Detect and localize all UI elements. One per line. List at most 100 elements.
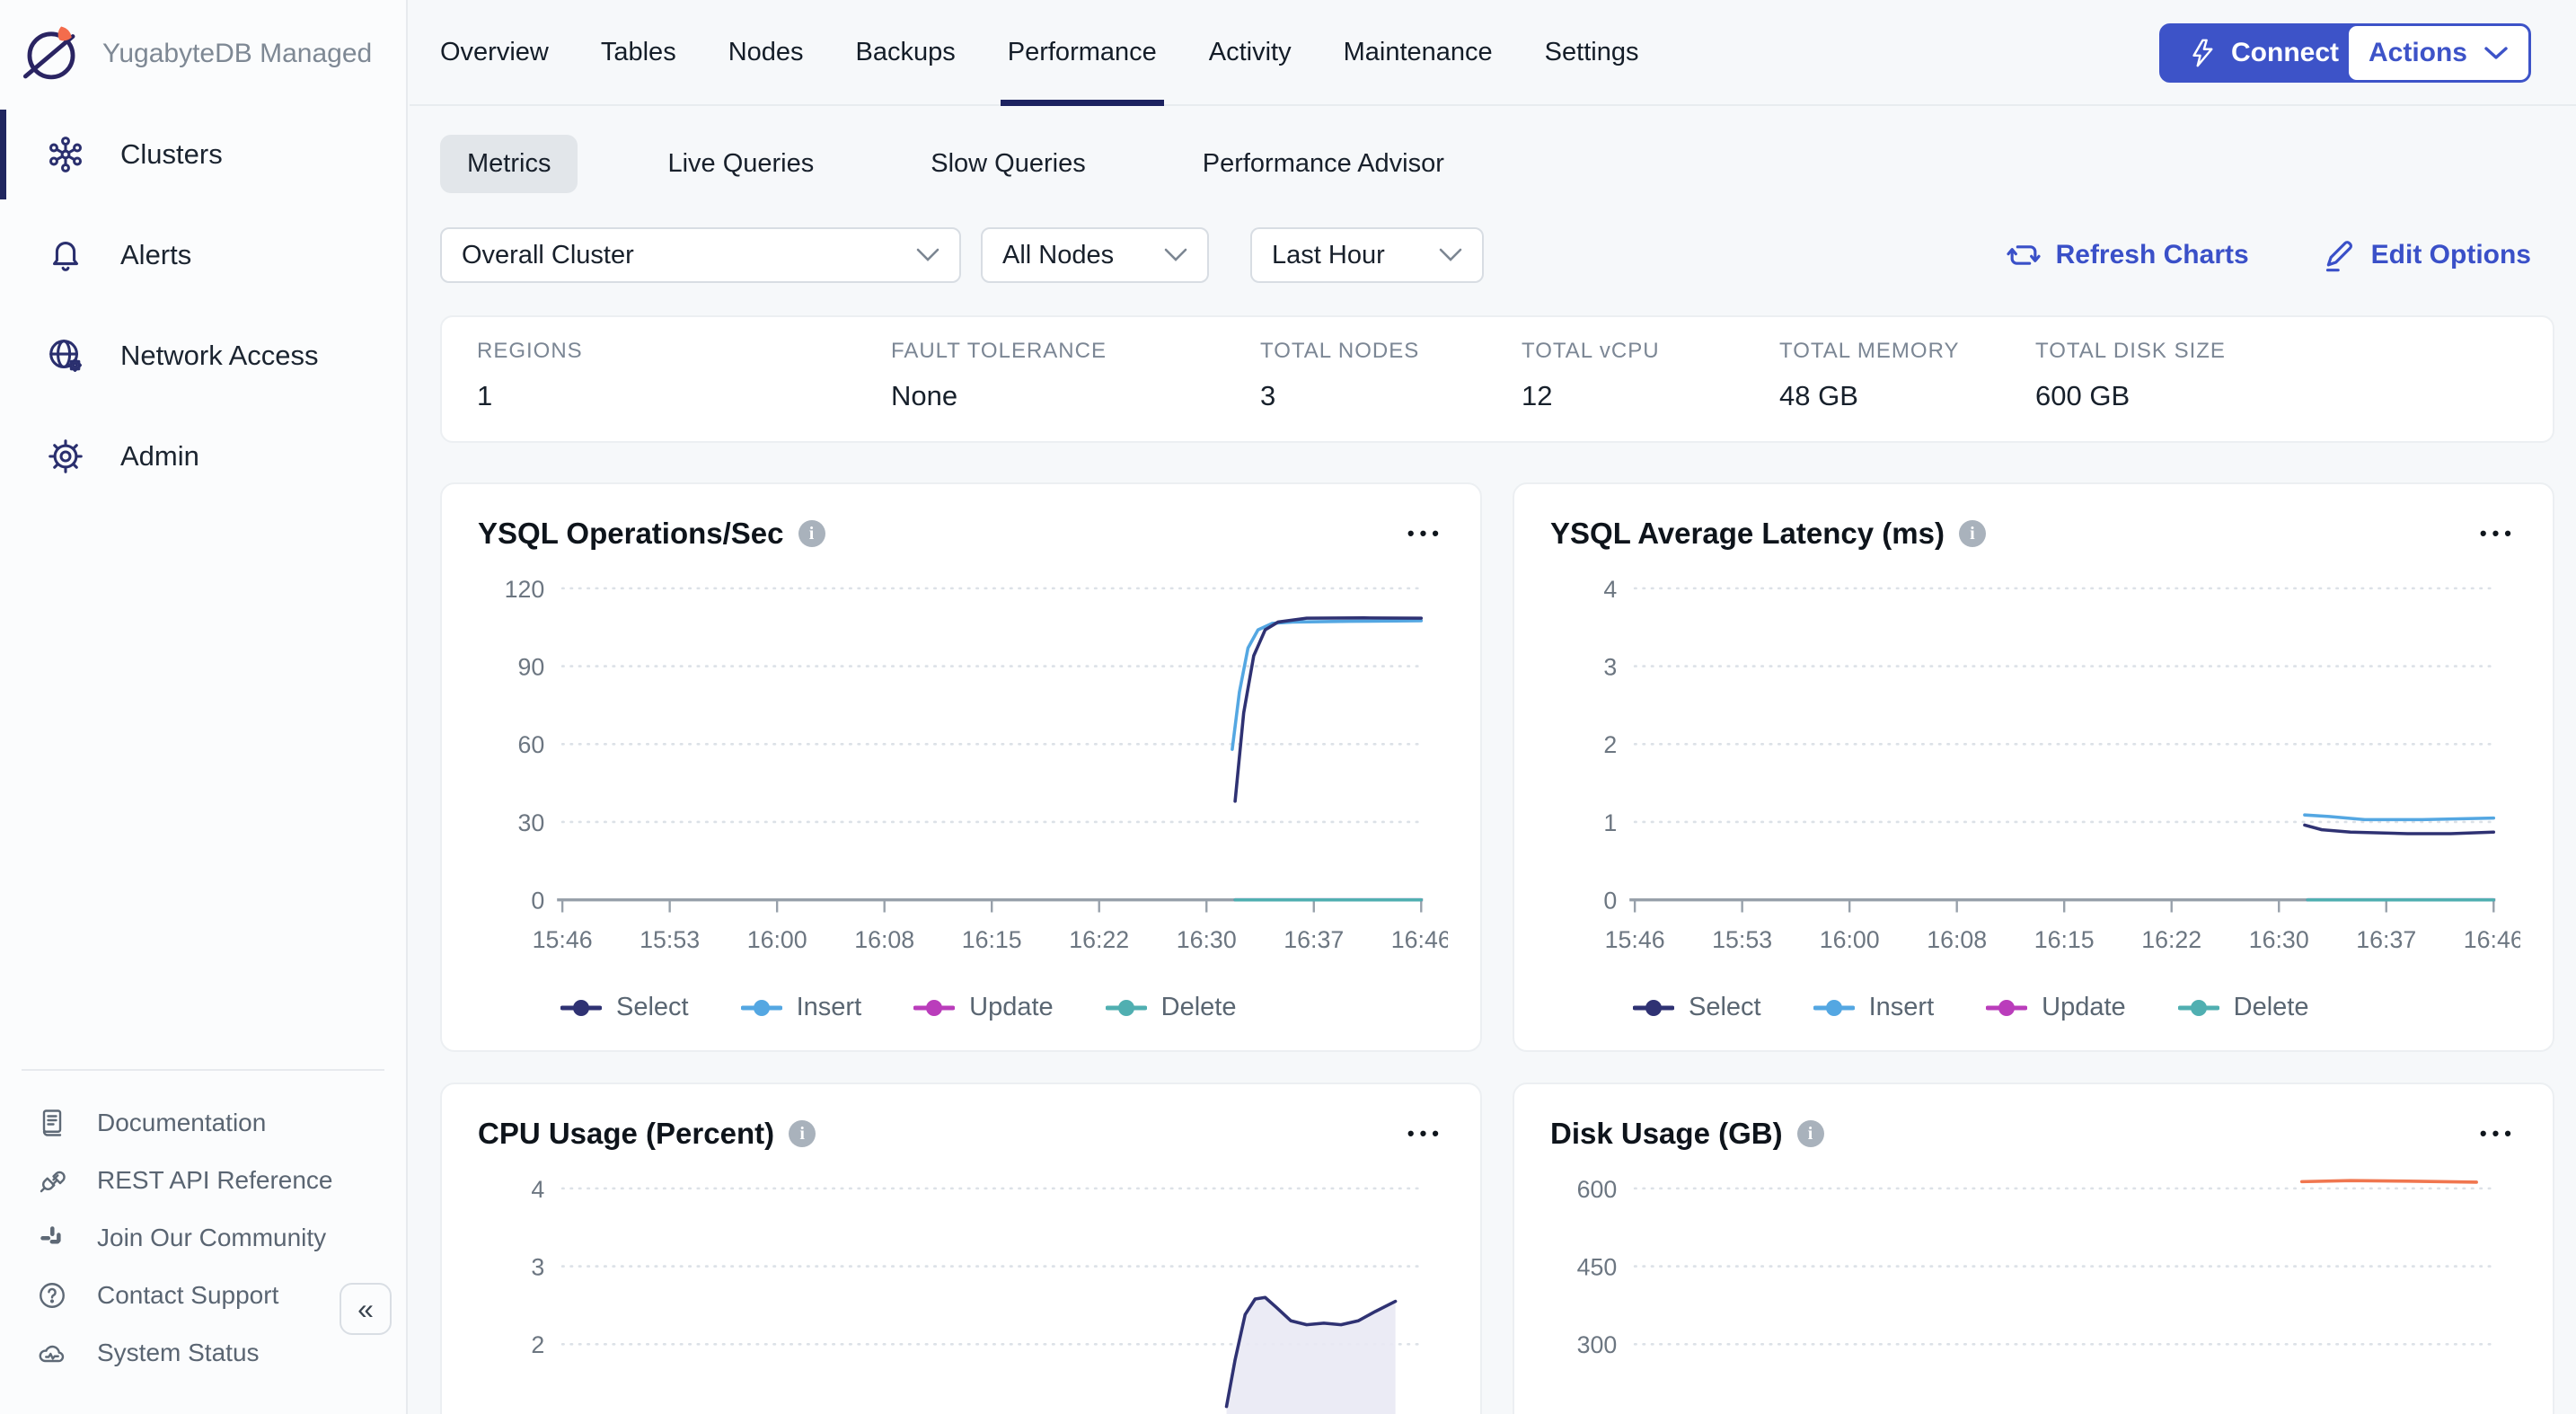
tab-performance[interactable]: Performance — [1008, 0, 1157, 104]
svg-text:300: 300 — [1577, 1331, 1618, 1358]
svg-text:1: 1 — [531, 1410, 544, 1414]
legend-label: Update — [969, 993, 1054, 1022]
clusters-icon — [45, 134, 86, 175]
chart-menu-button[interactable]: ••• — [2480, 1122, 2517, 1145]
info-icon[interactable]: i — [789, 1120, 816, 1147]
tab-tables[interactable]: Tables — [601, 0, 676, 104]
svg-text:4: 4 — [531, 1176, 544, 1203]
slack-icon — [36, 1222, 68, 1254]
svg-text:16:08: 16:08 — [854, 926, 914, 953]
sidebar-item-rest-api[interactable]: REST API Reference — [0, 1152, 406, 1209]
sidebar-item-alerts[interactable]: Alerts — [0, 210, 406, 300]
edit-options-link[interactable]: Edit Options — [2321, 237, 2531, 273]
tab-activity[interactable]: Activity — [1209, 0, 1292, 104]
svg-text:16:22: 16:22 — [2141, 926, 2201, 953]
svg-text:30: 30 — [518, 809, 545, 836]
legend-marker — [1106, 998, 1147, 1018]
subtab-performance-advisor[interactable]: Performance Advisor — [1176, 135, 1471, 193]
bolt-icon — [2186, 38, 2217, 68]
legend-item-select[interactable]: Select — [560, 993, 689, 1022]
globe-gear-icon — [45, 335, 86, 376]
sidebar-item-documentation[interactable]: Documentation — [0, 1094, 406, 1152]
info-icon[interactable]: i — [1959, 520, 1986, 547]
actions-label: Actions — [2369, 38, 2467, 68]
sidebar-item-clusters[interactable]: Clusters — [0, 110, 406, 199]
stat-value: None — [891, 380, 1260, 412]
charts-grid: YSQL Operations/Sec i ••• 030609012015:4… — [440, 482, 2554, 1414]
chart-menu-button[interactable]: ••• — [2480, 522, 2517, 545]
nodes-select[interactable]: All Nodes — [981, 227, 1209, 283]
actions-button[interactable]: Actions — [2346, 23, 2531, 83]
svg-text:450: 450 — [1577, 1253, 1618, 1280]
svg-text:16:46: 16:46 — [1391, 926, 1448, 953]
chevron-down-icon — [1164, 248, 1187, 262]
legend-item-delete[interactable]: Delete — [1106, 993, 1237, 1022]
tab-overview[interactable]: Overview — [440, 0, 549, 104]
ysql-ops-chart: 030609012015:4615:5316:0016:0816:1516:22… — [478, 560, 1448, 982]
tab-maintenance[interactable]: Maintenance — [1344, 0, 1493, 104]
sidebar-item-label: Network Access — [120, 340, 319, 372]
stat-value: 12 — [1522, 380, 1779, 412]
sidebar-item-network-access[interactable]: Network Access — [0, 311, 406, 401]
legend-label: Update — [2042, 993, 2126, 1022]
chart-card-ysql-ops: YSQL Operations/Sec i ••• 030609012015:4… — [440, 482, 1482, 1052]
cluster-stats-card: REGIONS 1 FAULT TOLERANCE None TOTAL NOD… — [440, 315, 2554, 443]
svg-text:2: 2 — [531, 1331, 544, 1358]
legend-marker — [560, 998, 602, 1018]
legend-item-update[interactable]: Update — [913, 993, 1054, 1022]
sidebar-item-label: Admin — [120, 440, 199, 473]
stat-fault-tolerance: FAULT TOLERANCE None — [891, 339, 1260, 441]
chart-legend: Select Insert Update Delete — [478, 993, 1444, 1022]
edit-options-label: Edit Options — [2371, 240, 2531, 270]
svg-text:4: 4 — [1603, 576, 1617, 603]
stat-label: REGIONS — [477, 339, 891, 364]
stat-value: 48 GB — [1779, 380, 2035, 412]
legend-item-update[interactable]: Update — [1986, 993, 2126, 1022]
info-icon[interactable]: i — [1797, 1120, 1824, 1147]
legend-item-insert[interactable]: Insert — [1813, 993, 1935, 1022]
refresh-charts-link[interactable]: Refresh Charts — [2006, 237, 2249, 273]
subtab-slow-queries[interactable]: Slow Queries — [904, 135, 1112, 193]
svg-text:15:53: 15:53 — [1712, 926, 1772, 953]
legend-item-insert[interactable]: Insert — [741, 993, 862, 1022]
info-icon[interactable]: i — [798, 520, 825, 547]
legend-item-select[interactable]: Select — [1633, 993, 1761, 1022]
chart-card-cpu-usage: CPU Usage (Percent) i ••• 0123415:4615:5… — [440, 1083, 1482, 1414]
app-title: YugabyteDB Managed — [102, 39, 372, 69]
stat-total-vcpu: TOTAL vCPU 12 — [1522, 339, 1779, 441]
svg-text:3: 3 — [1603, 653, 1617, 680]
document-icon — [36, 1107, 68, 1139]
cluster-scope-select[interactable]: Overall Cluster — [440, 227, 961, 283]
plug-icon — [36, 1164, 68, 1197]
sidebar-item-admin[interactable]: Admin — [0, 411, 406, 501]
sidebar-collapse-button[interactable]: « — [340, 1283, 392, 1335]
stat-label: TOTAL MEMORY — [1779, 339, 2035, 364]
chart-card-ysql-latency: YSQL Average Latency (ms) i ••• 0123415:… — [1513, 482, 2554, 1052]
ysql-latency-chart: 0123415:4615:5316:0016:0816:1516:2216:30… — [1550, 560, 2520, 982]
svg-text:16:37: 16:37 — [1284, 926, 1344, 953]
chart-title: Disk Usage (GB) — [1550, 1117, 1783, 1151]
chart-menu-button[interactable]: ••• — [1407, 522, 1444, 545]
subtab-metrics[interactable]: Metrics — [440, 135, 578, 193]
sidebar-footer-label: Documentation — [97, 1109, 266, 1137]
svg-text:0: 0 — [1603, 888, 1617, 915]
legend-marker — [1813, 998, 1855, 1018]
sidebar-footer: Documentation REST API Reference Join Ou… — [0, 1069, 406, 1382]
connect-label: Connect — [2231, 38, 2339, 68]
tab-nodes[interactable]: Nodes — [728, 0, 804, 104]
legend-label: Delete — [1161, 993, 1237, 1022]
chart-menu-button[interactable]: ••• — [1407, 1122, 1444, 1145]
stat-label: FAULT TOLERANCE — [891, 339, 1260, 364]
tab-backups[interactable]: Backups — [856, 0, 956, 104]
time-range-select[interactable]: Last Hour — [1250, 227, 1484, 283]
legend-marker — [741, 998, 782, 1018]
legend-item-delete[interactable]: Delete — [2178, 993, 2309, 1022]
sidebar: YugabyteDB Managed Clusters Alerts — [0, 0, 408, 1414]
tab-settings[interactable]: Settings — [1545, 0, 1639, 104]
connect-button[interactable]: Connect — [2159, 23, 2366, 83]
sidebar-item-community[interactable]: Join Our Community — [0, 1209, 406, 1267]
help-icon — [36, 1279, 68, 1312]
app-logo[interactable]: YugabyteDB Managed — [0, 0, 406, 88]
subtab-live-queries[interactable]: Live Queries — [640, 135, 841, 193]
svg-text:16:37: 16:37 — [2356, 926, 2416, 953]
